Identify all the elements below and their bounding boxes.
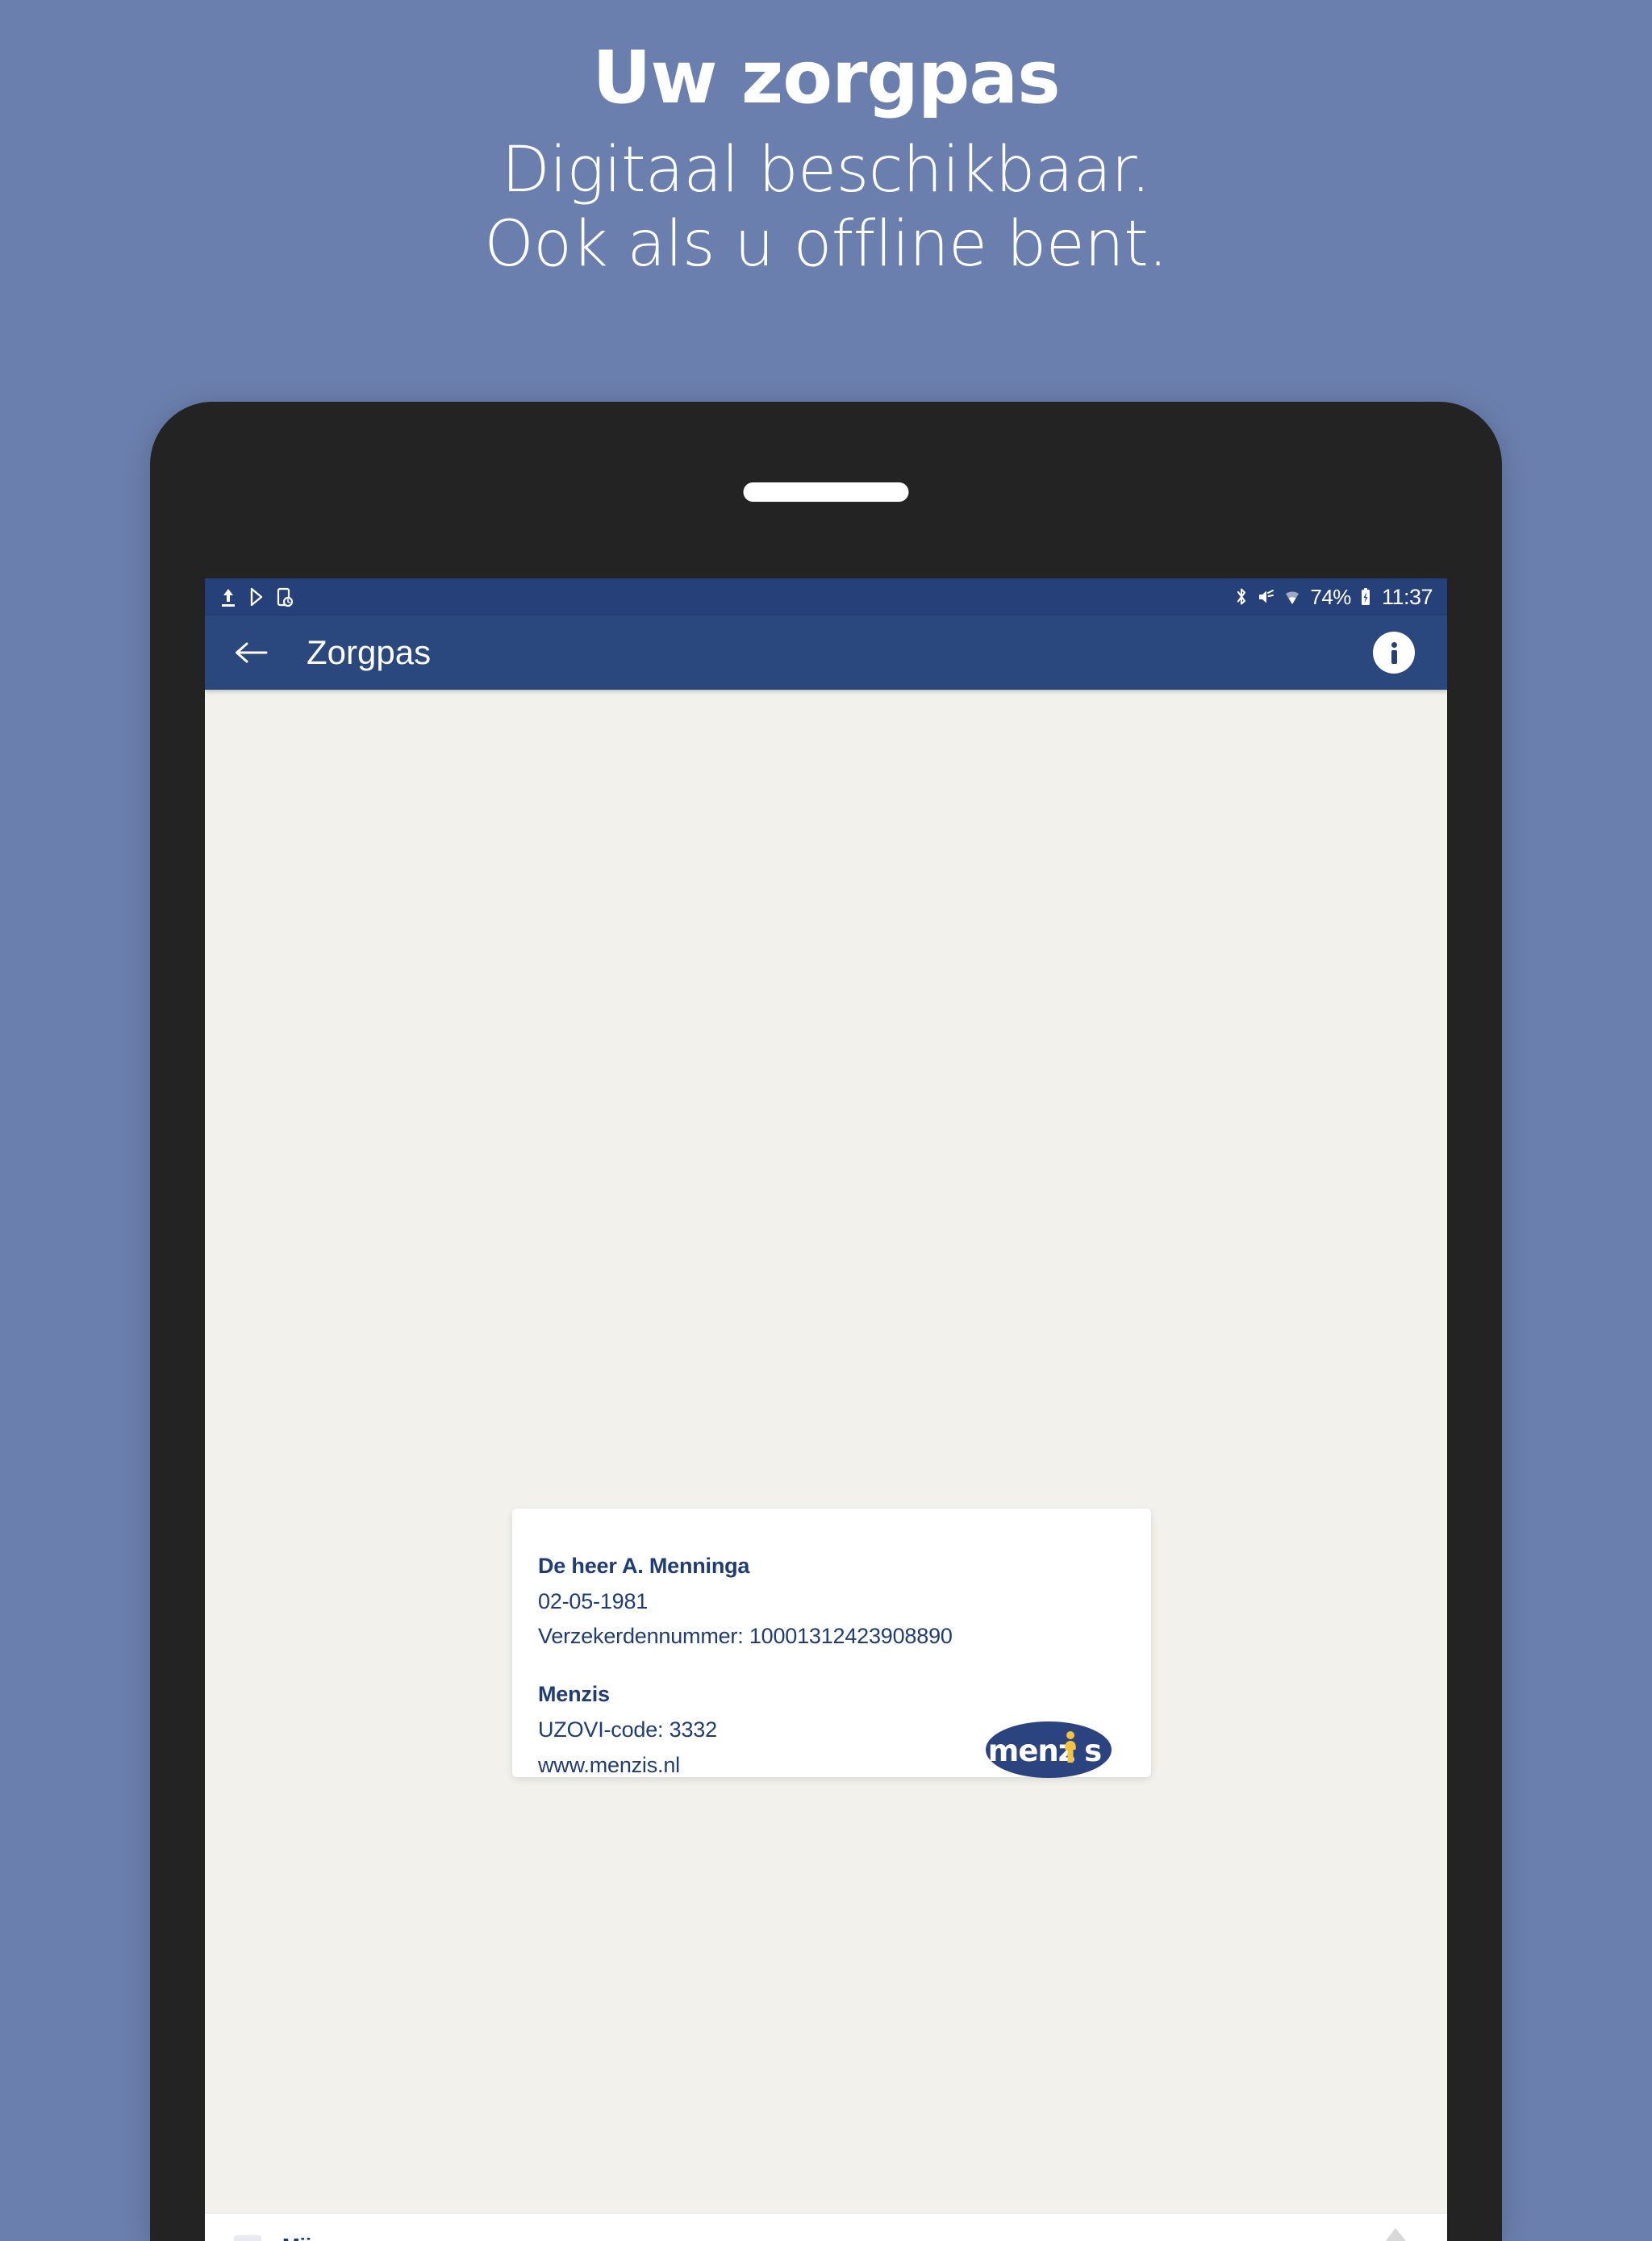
bottom-sheet-label: Mij [282, 2234, 311, 2241]
card-insurer-name: Menzis [538, 1677, 717, 1713]
card-bottom-row: Menzis UZOVI-code: 3332 www.menzis.nl me… [538, 1677, 1117, 1783]
zorgpas-card[interactable]: De heer A. Menninga 02-05-1981 Verzekerd… [512, 1509, 1151, 1777]
phone-screen: 74% 11:37 Zorgpas [205, 578, 1447, 2241]
promo-subtitle-line-2: Ook als u offline bent. [0, 213, 1652, 278]
bottom-sheet-row: Mij [205, 2214, 1447, 2241]
bottom-sheet-peek[interactable]: Mij [205, 2213, 1447, 2241]
zorgpas-card-body: De heer A. Menninga 02-05-1981 Verzekerd… [538, 1549, 1117, 1783]
card-uzovi-code: UZOVI-code: 3332 [538, 1713, 717, 1748]
promo-subtitle: Digitaal beschikbaar. Ook als u offline … [0, 139, 1652, 277]
cast-play-icon [248, 586, 265, 607]
volume-mute-icon [1257, 586, 1274, 607]
arrow-left-icon [232, 638, 269, 667]
status-bar-clock: 11:37 [1382, 585, 1433, 610]
bottom-sheet-swatch [234, 2235, 261, 2241]
mountain-mark-icon [1375, 2228, 1418, 2241]
earpiece-speaker [744, 482, 909, 502]
bluetooth-icon [1234, 586, 1249, 607]
promo-title: Uw zorgpas [0, 42, 1652, 115]
battery-percent-label: 74% [1310, 585, 1351, 610]
content-area: De heer A. Menninga 02-05-1981 Verzekerd… [205, 690, 1447, 2241]
card-website: www.menzis.nl [538, 1748, 717, 1784]
svg-text:menz s: menz s [988, 1734, 1101, 1768]
card-policy-number: Verzekerdennummer: 10001312423908890 [538, 1619, 1117, 1655]
info-icon [1391, 642, 1397, 664]
card-spacer [538, 1655, 1117, 1677]
info-button[interactable] [1373, 632, 1415, 674]
upload-icon [219, 586, 237, 607]
promo-subtitle-line-1: Digitaal beschikbaar. [502, 134, 1150, 207]
promo-header: Uw zorgpas Digitaal beschikbaar. Ook als… [0, 0, 1652, 277]
app-bar-title: Zorgpas [307, 633, 431, 672]
status-bar-left-icons [219, 586, 294, 607]
device-clock-icon [276, 586, 294, 607]
phone-device-frame: 74% 11:37 Zorgpas [150, 402, 1502, 2241]
status-bar: 74% 11:37 [205, 578, 1447, 616]
wifi-icon [1283, 586, 1302, 607]
status-bar-right-icons: 74% 11:37 [1234, 585, 1433, 610]
card-insurer-block: Menzis UZOVI-code: 3332 www.menzis.nl [538, 1677, 717, 1783]
menzis-logo: menz s [985, 1718, 1112, 1781]
back-button[interactable] [232, 629, 279, 676]
battery-charging-icon [1359, 586, 1372, 607]
app-bar: Zorgpas [205, 616, 1447, 690]
card-holder-name: De heer A. Menninga [538, 1549, 1117, 1584]
card-birth-date: 02-05-1981 [538, 1584, 1117, 1620]
